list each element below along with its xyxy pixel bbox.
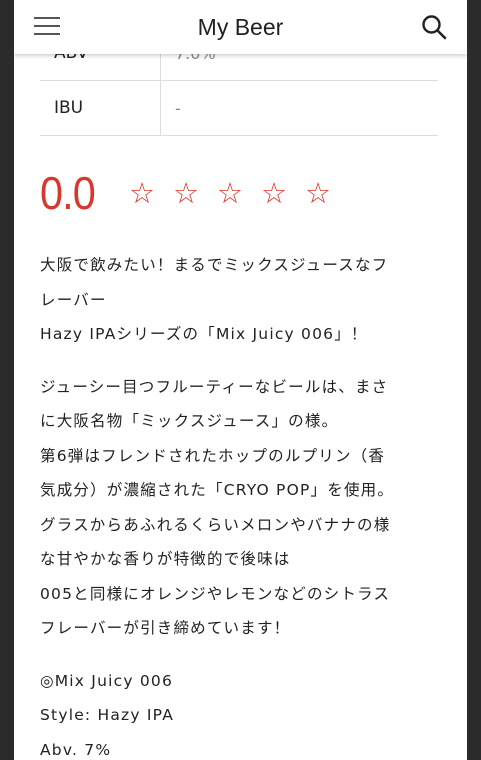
star-icon[interactable]: ☆ — [164, 178, 208, 208]
description-line: に大阪名物「ミックスジュース」の様。 — [40, 412, 339, 430]
star-rating: ☆ ☆ ☆ ☆ ☆ — [120, 178, 340, 208]
description-line: Hazy IPAシリーズの「Mix Juicy 006」！ — [40, 325, 368, 343]
description-line: Style: Hazy IPA — [40, 706, 175, 724]
description-line: 005と同様にオレンジやレモンなどのシトラス — [40, 584, 391, 603]
search-icon[interactable] — [421, 14, 447, 40]
spec-row-ibu: IBU - — [40, 81, 438, 136]
star-icon[interactable]: ☆ — [208, 178, 252, 208]
description-line: 第6弾はフレンドされたホップのルプリン（香 — [40, 446, 386, 465]
description-line: 大阪で飲みたい！まるでミックスジュースなフ — [40, 256, 389, 274]
spec-value: - — [175, 98, 181, 118]
star-icon[interactable]: ☆ — [120, 178, 164, 208]
description-line: Abv. 7% — [40, 740, 112, 759]
spec-label: IBU — [40, 81, 161, 135]
star-icon[interactable]: ☆ — [252, 178, 296, 208]
star-icon[interactable]: ☆ — [296, 178, 340, 208]
description-line: レーバー — [40, 290, 107, 309]
description-line: グラスからあふれるくらいメロンやバナナの様 — [40, 515, 391, 534]
description-line: ◎Mix Juicy 006 — [40, 671, 174, 690]
hamburger-menu-icon[interactable] — [34, 15, 60, 37]
beer-description: 大阪で飲みたい！まるでミックスジュースなフ レーバー Hazy IPAシリーズの… — [40, 248, 442, 760]
description-line: ジューシー目つフルーティーなビールは、まさ — [40, 377, 389, 396]
rating-score: 0.0 — [40, 167, 96, 219]
description-paragraph: ◎Mix Juicy 006 Style: Hazy IPA Abv. 7% — [40, 664, 442, 760]
page-title: My Beer — [197, 13, 284, 40]
app-header: My Beer — [14, 0, 467, 54]
app-screen: ABV 7.0% IBU - 0.0 ☆ ☆ ☆ ☆ ☆ 大阪で飲みたい！まるで… — [14, 0, 467, 760]
description-line: 気成分）が濃縮された「CRYO POP」を使用。 — [40, 481, 395, 499]
description-paragraph: 大阪で飲みたい！まるでミックスジュースなフ レーバー Hazy IPAシリーズの… — [40, 248, 442, 352]
rating-section: 0.0 ☆ ☆ ☆ ☆ ☆ — [40, 166, 340, 220]
description-line: フレーバーが引き締めています！ — [40, 619, 291, 637]
description-paragraph: ジューシー目つフルーティーなビールは、まさ に大阪名物「ミックスジュース」の様。… — [40, 370, 442, 646]
description-line: な甘やかな香りが特徴的で後味は — [40, 550, 291, 568]
